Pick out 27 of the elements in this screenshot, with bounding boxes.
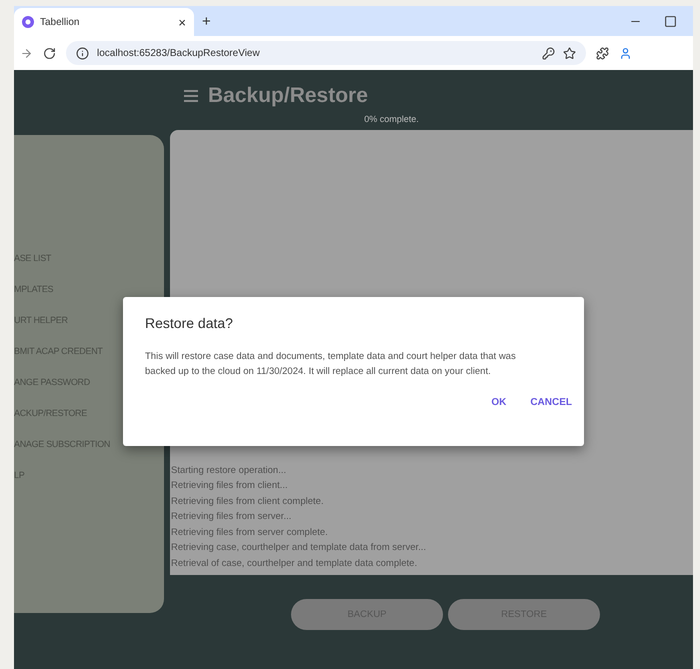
new-tab-button[interactable]: +: [202, 13, 211, 30]
profile-icon[interactable]: [619, 46, 632, 60]
star-icon[interactable]: [563, 46, 576, 60]
log-line: Retrieving files from client...: [171, 480, 288, 491]
log-line: Retrieving case, courthelper and template data from server...: [171, 542, 426, 553]
app-logo-icon: [22, 16, 34, 28]
puzzle-icon[interactable]: [596, 46, 609, 60]
reload-icon[interactable]: [43, 46, 56, 60]
dialog-button[interactable]: CANCEL: [530, 397, 572, 408]
tab-title[interactable]: Tabellion: [40, 16, 172, 28]
log-line: Retrieving files from client complete.: [171, 496, 324, 506]
menu-icon[interactable]: [184, 90, 198, 102]
maximize-icon[interactable]: [664, 15, 677, 28]
log-line: Retrieving files from server complete.: [171, 526, 328, 538]
page-title: Backup/Restore: [208, 84, 368, 108]
log-line: Retrieving files from server...: [171, 511, 292, 522]
log-line: Retrieval of case, courthelper and template data complete.: [171, 558, 418, 568]
log-line: Starting restore operation...: [171, 464, 286, 476]
info-icon[interactable]: [76, 46, 89, 60]
dialog-title: Restore data?: [145, 315, 234, 331]
address-bar[interactable]: localhost:65283/BackupRestoreView: [66, 41, 586, 65]
progress-text: 0% complete.: [363, 113, 420, 126]
close-tab-button[interactable]: ×: [178, 14, 186, 30]
key-icon[interactable]: [542, 46, 555, 60]
dialog-button[interactable]: OK: [491, 397, 506, 408]
forward-icon[interactable]: [20, 46, 33, 60]
dialog-message: This will restore case data and documents, template data and court helper data that was backed up to the cloud on 11/30/2024. It will replace all current data on your client.: [145, 350, 517, 379]
